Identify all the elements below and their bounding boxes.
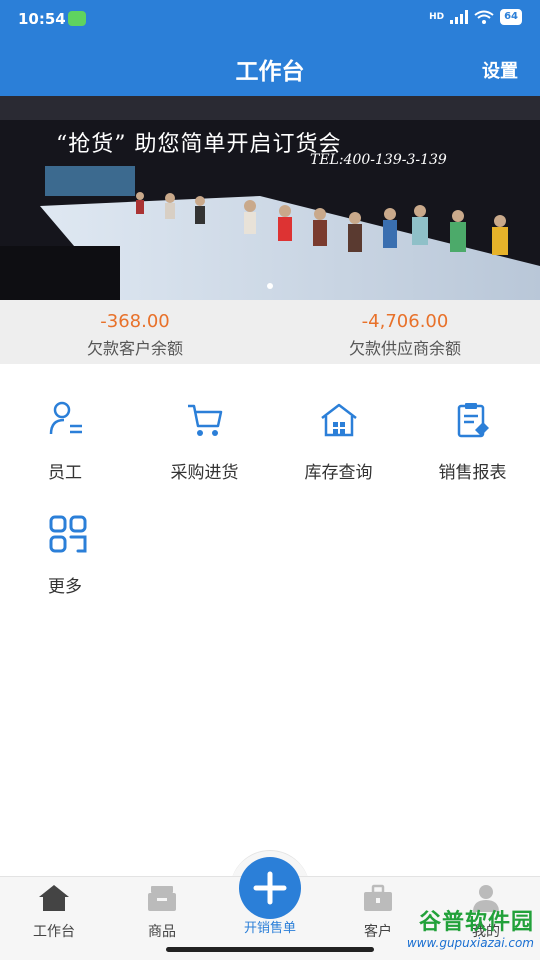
tab-workbench[interactable]: 工作台 [9,883,99,941]
banner-headline: “抢货” 助您简单开启订货会 [56,132,342,157]
new-sales-order-button[interactable] [239,857,301,919]
customer-balance-amount: -368.00 [100,311,170,332]
supplier-balance-amount: -4,706.00 [361,311,449,332]
supplier-balance-label: 欠款供应商余额 [348,339,461,358]
menu-item-sales-report[interactable]: 销售报表 [430,400,515,483]
report-icon [457,403,489,438]
menu-label-more: 更多 [48,577,82,597]
new-sales-order-label: 开销售单 [243,921,296,936]
menu-label-inventory: 库存查询 [304,463,373,483]
home-indicator[interactable] [166,947,374,952]
staff-icon [49,401,82,435]
signal-icon [450,10,469,24]
app-header: 工作台 设置 [0,38,540,96]
site-watermark: 谷普软件园 www.gupuxiazai.com [374,904,534,950]
home-icon [39,885,69,911]
banner-phone: TEL:400-139-3-139 [310,152,447,168]
cart-icon [187,404,222,436]
supplier-balance[interactable]: -4,706.00 欠款供应商余额 [270,300,540,364]
tab-label-workbench: 工作台 [33,924,75,940]
battery-icon: 64 [500,9,522,25]
status-bar: 10:54 HD 64 [0,0,540,38]
warehouse-icon [320,403,357,437]
page-title: 工作台 [235,59,305,85]
settings-button[interactable]: 设置 [482,57,518,83]
menu-item-inventory[interactable]: 库存查询 [296,400,381,483]
menu-item-more[interactable]: 更多 [48,514,183,597]
menu-label-sales-report: 销售报表 [438,463,507,483]
menu-label-purchase: 采购进货 [170,463,239,483]
customer-balance-label: 欠款客户余额 [86,339,183,358]
tab-label-products: 商品 [148,924,176,940]
watermark-name: 谷普软件园 [418,910,534,935]
notification-app-icon [68,11,86,26]
menu-item-purchase[interactable]: 采购进货 [162,400,247,483]
box-icon [148,886,176,911]
watermark-url: www.gupuxiazai.com [406,936,534,950]
customer-balance[interactable]: -368.00 欠款客户余额 [0,300,270,364]
promo-banner[interactable]: “抢货” 助您简单开启订货会 TEL:400-139-3-139 [0,96,540,300]
plus-icon [253,871,287,905]
balance-summary: -368.00 欠款客户余额 -4,706.00 欠款供应商余额 [0,300,540,364]
grid-icon [49,515,87,553]
tab-products[interactable]: 商品 [117,883,207,941]
hd-label: HD [429,12,445,22]
wifi-icon [474,10,494,24]
status-time: 10:54 [18,10,66,28]
status-icons: HD 64 [429,9,522,25]
